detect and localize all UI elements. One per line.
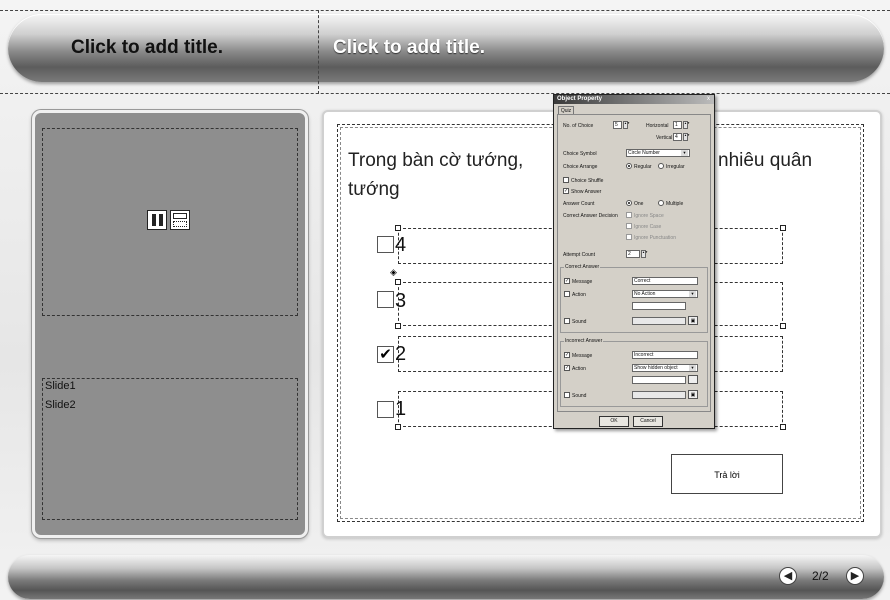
message-label: Message — [572, 279, 593, 285]
choice-shuffle-checkbox[interactable] — [563, 177, 569, 183]
slide-list-item[interactable]: Slide1 — [45, 380, 76, 392]
close-icon[interactable]: x — [705, 96, 712, 103]
slide-list-item[interactable]: Slide2 — [45, 399, 76, 411]
choice-checkbox[interactable] — [377, 236, 394, 253]
previous-slide-button[interactable]: ◀ — [779, 567, 797, 585]
choice-shuffle-label: Choice Shuffle — [571, 178, 604, 184]
choice-checkbox-checked[interactable]: ✔ — [377, 346, 394, 363]
incorrect-message-field[interactable]: Incorrect — [632, 351, 698, 359]
choice-label: 2 — [395, 343, 407, 365]
correct-sound-field[interactable] — [632, 317, 686, 325]
radio-regular[interactable] — [626, 163, 632, 169]
slide-list-placeholder — [42, 378, 298, 520]
ok-button[interactable]: OK — [599, 416, 629, 427]
folder-icon[interactable]: ▣ — [688, 390, 698, 399]
incorrect-action-checkbox[interactable]: ✓ — [564, 365, 570, 371]
tab-quiz[interactable]: Quiz — [558, 106, 574, 114]
resize-handle[interactable] — [780, 323, 786, 329]
vertical-label: Vertical — [656, 135, 673, 141]
question-text-part1: Trong bàn cờ tướng, — [348, 150, 524, 171]
horizontal-label: Horizontal — [646, 123, 669, 129]
show-answer-checkbox[interactable]: ✓ — [563, 188, 569, 194]
incorrect-message-checkbox[interactable]: ✓ — [564, 352, 570, 358]
chevron-down-icon[interactable]: ▼ — [681, 150, 688, 156]
sound-label: Sound — [572, 319, 587, 325]
title-divider — [318, 10, 319, 94]
choice-checkbox[interactable] — [377, 401, 394, 418]
choice-label: 4 — [395, 234, 407, 256]
radio-multiple[interactable] — [658, 200, 664, 206]
video-icon[interactable] — [170, 210, 190, 230]
attempt-count-label: Attempt Count — [563, 252, 595, 258]
resize-handle[interactable] — [780, 225, 786, 231]
cancel-button[interactable]: Cancel — [633, 416, 663, 427]
radio-irregular[interactable] — [658, 163, 664, 169]
page-indicator: 2/2 — [812, 569, 829, 583]
radio-one[interactable] — [626, 200, 632, 206]
correct-decision-label: Correct Answer Decision — [563, 213, 618, 219]
show-answer-label: Show Answer — [571, 189, 602, 195]
resize-handle[interactable] — [395, 225, 401, 231]
irregular-label: Irregular — [666, 164, 685, 170]
incorrect-action-target-field[interactable] — [632, 376, 686, 384]
ignore-case-label: Ignore Case — [634, 224, 662, 230]
next-slide-button[interactable]: ▶ — [846, 567, 864, 585]
regular-label: Regular — [634, 164, 652, 170]
navigation-bar — [8, 555, 884, 599]
media-icon[interactable] — [147, 210, 167, 230]
resize-handle[interactable] — [395, 279, 401, 285]
chevron-down-icon[interactable]: ▼ — [689, 365, 696, 371]
correct-action-checkbox[interactable] — [564, 291, 570, 297]
browse-button[interactable] — [688, 375, 698, 384]
action-label: Action — [572, 292, 586, 298]
choice-symbol-label: Choice Symbol — [563, 151, 597, 157]
incorrect-answer-group-label: Incorrect Answer — [564, 338, 604, 344]
title-placeholder-right[interactable]: Click to add title. — [333, 37, 485, 59]
resize-handle[interactable] — [395, 424, 401, 430]
one-label: One — [634, 201, 644, 207]
correct-action-target-field[interactable] — [632, 302, 686, 310]
rotate-handle-icon[interactable]: ◈ — [390, 267, 397, 278]
resize-handle[interactable] — [395, 323, 401, 329]
choice-label: 1 — [395, 398, 407, 420]
no-of-choice-field[interactable]: 5 — [613, 121, 622, 129]
choice-checkbox[interactable] — [377, 291, 394, 308]
ignore-space-checkbox[interactable] — [626, 212, 632, 218]
no-of-choice-label: No. of Choice — [563, 123, 594, 129]
spinner-icon[interactable]: ▲▼ — [641, 250, 648, 258]
ignore-space-label: Ignore Space — [634, 213, 664, 219]
multiple-label: Multiple — [666, 201, 684, 207]
choice-arrange-label: Choice Arrange — [563, 164, 598, 170]
correct-answer-group-label: Correct Answer — [564, 264, 601, 270]
ignore-punctuation-label: Ignore Punctuation — [634, 235, 676, 241]
spinner-icon[interactable]: ▲▼ — [683, 133, 690, 141]
incorrect-sound-checkbox[interactable] — [564, 392, 570, 398]
vertical-field[interactable]: 4 — [673, 133, 682, 141]
action-label: Action — [572, 366, 586, 372]
answer-button[interactable]: Trả lời — [671, 454, 783, 494]
correct-message-field[interactable]: Correct — [632, 277, 698, 285]
object-property-dialog: Object Property x Quiz No. of Choice 5 ▲… — [553, 94, 715, 429]
spinner-icon[interactable]: ▲▼ — [683, 121, 690, 129]
choice-label: 3 — [395, 290, 407, 312]
attempt-count-field[interactable]: 2 — [626, 250, 640, 258]
horizontal-field[interactable]: 1 — [673, 121, 682, 129]
title-placeholder-left[interactable]: Click to add title. — [71, 37, 223, 59]
spinner-icon[interactable]: ▲▼ — [623, 121, 630, 129]
chevron-down-icon[interactable]: ▼ — [689, 291, 696, 297]
resize-handle[interactable] — [780, 424, 786, 430]
folder-icon[interactable]: ▣ — [688, 316, 698, 325]
correct-sound-checkbox[interactable] — [564, 318, 570, 324]
question-text-line2: tướng — [348, 179, 400, 200]
dialog-title: Object Property — [554, 95, 714, 104]
question-text-part2: nhiêu quân — [718, 150, 813, 171]
message-label: Message — [572, 353, 593, 359]
sound-label: Sound — [572, 393, 587, 399]
incorrect-sound-field[interactable] — [632, 391, 686, 399]
correct-message-checkbox[interactable]: ✓ — [564, 278, 570, 284]
ignore-punctuation-checkbox[interactable] — [626, 234, 632, 240]
ignore-case-checkbox[interactable] — [626, 223, 632, 229]
answer-count-label: Answer Count — [563, 201, 595, 207]
